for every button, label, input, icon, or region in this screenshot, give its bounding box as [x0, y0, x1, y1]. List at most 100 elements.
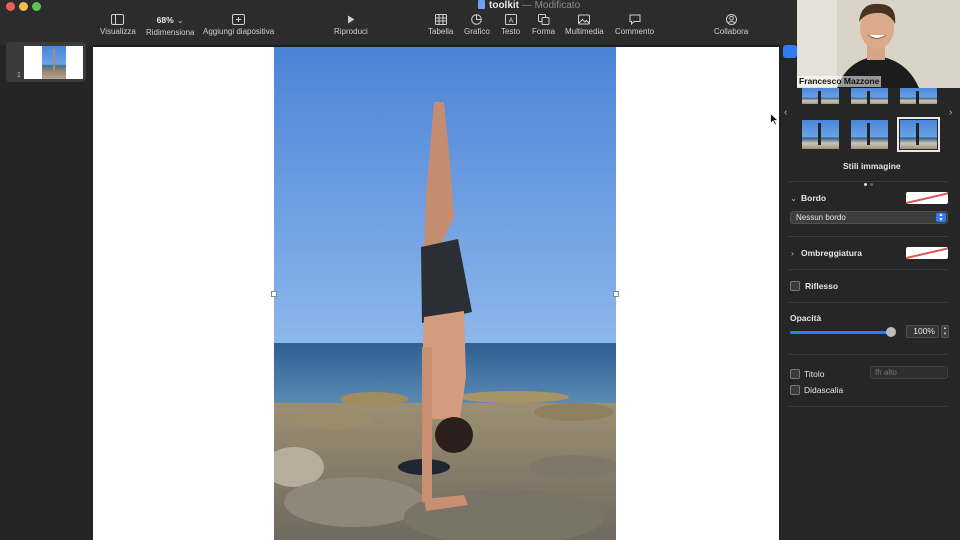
- shadow-label[interactable]: Ombreggiatura: [801, 248, 862, 258]
- media-label: Multimedia: [565, 27, 604, 36]
- select-stepper-icon: ▴ ▾: [936, 212, 946, 223]
- webcam-overlay: [797, 0, 960, 88]
- opacity-stepper[interactable]: ▴ ▾: [941, 325, 949, 338]
- divider: [788, 236, 948, 237]
- border-color-swatch[interactable]: [906, 192, 948, 204]
- media-button[interactable]: Multimedia: [565, 14, 604, 36]
- play-button[interactable]: Riproduci: [334, 14, 368, 36]
- handstand-photo[interactable]: [274, 47, 616, 540]
- media-icon: [578, 14, 591, 25]
- text-label: Testo: [501, 27, 521, 36]
- zoom-value: 68% ⌄: [146, 14, 194, 26]
- resize-handle-right[interactable]: [613, 291, 619, 297]
- page-dots: [864, 173, 876, 191]
- title-label: Titolo: [804, 369, 825, 379]
- opacity-slider[interactable]: [790, 331, 891, 334]
- image-style-thumb-3[interactable]: [900, 88, 937, 104]
- border-style-value: Nessun bordo: [796, 213, 846, 222]
- add-slide-label: Aggiungi diapositiva: [203, 27, 275, 36]
- opacity-slider-knob[interactable]: [886, 327, 896, 337]
- opacity-label: Opacità: [790, 313, 822, 323]
- border-label[interactable]: Bordo: [801, 193, 826, 203]
- opacity-value-field[interactable]: 100%: [906, 325, 939, 338]
- view-button[interactable]: Visualizza: [100, 14, 136, 36]
- caption-checkbox[interactable]: [790, 385, 800, 395]
- resize-handle-left[interactable]: [271, 291, 277, 297]
- shape-label: Forma: [532, 27, 556, 36]
- minimize-window-button[interactable]: [19, 2, 28, 11]
- add-slide-button[interactable]: Aggiungi diapositiva: [203, 14, 274, 36]
- title-separator: —: [521, 0, 532, 11]
- divider: [788, 181, 948, 182]
- photo-image: [274, 47, 616, 540]
- shadow-color-swatch[interactable]: [906, 247, 948, 259]
- table-icon: [434, 14, 447, 25]
- chart-label: Grafico: [464, 27, 490, 36]
- caption-label: Didascalia: [804, 385, 844, 395]
- close-window-button[interactable]: [6, 2, 15, 11]
- collaborate-button[interactable]: Collabora: [714, 14, 748, 36]
- reflection-checkbox[interactable]: [790, 281, 800, 291]
- text-button[interactable]: A Testo: [501, 14, 520, 36]
- image-style-thumb-6[interactable]: [897, 117, 940, 152]
- image-styles-label: Stili immagine: [843, 161, 901, 171]
- image-style-thumb-2[interactable]: [851, 88, 888, 104]
- chevron-updown-icon: ⌃: [875, 369, 881, 376]
- chevron-right-icon[interactable]: ›: [791, 248, 794, 258]
- mouse-cursor-icon: [770, 113, 779, 126]
- image-style-thumb-4[interactable]: [802, 120, 839, 149]
- shape-button[interactable]: Forma: [532, 14, 555, 36]
- chevron-right-icon[interactable]: ›: [949, 107, 952, 118]
- view-label: Visualizza: [100, 27, 136, 36]
- chart-button[interactable]: Grafico: [464, 14, 490, 36]
- webcam-participant-name: Francesco Mazzone: [797, 76, 882, 87]
- webcam-video: [797, 0, 960, 88]
- page-dot-active[interactable]: [864, 183, 867, 186]
- divider: [788, 302, 948, 303]
- slide[interactable]: [93, 47, 779, 540]
- title-checkbox[interactable]: [790, 369, 800, 379]
- collaborate-icon: [725, 14, 737, 25]
- window-title: toolkit — Modificato: [478, 0, 580, 11]
- document-status: Modificato: [534, 0, 581, 11]
- collaborate-label: Collabora: [714, 27, 749, 36]
- divider: [788, 269, 948, 270]
- divider: [788, 354, 948, 355]
- text-box-icon: A: [504, 14, 517, 25]
- zoom-button[interactable]: 68% ⌄ Ridimensiona: [146, 14, 194, 37]
- play-label: Riproduci: [334, 27, 368, 36]
- reflection-label: Riflesso: [805, 281, 839, 291]
- comment-label: Commento: [615, 27, 655, 36]
- toolbar: toolkit — Modificato Visualizza 68% ⌄ Rid…: [0, 0, 797, 46]
- document-name: toolkit: [489, 0, 519, 11]
- chevron-left-icon[interactable]: ‹: [784, 107, 787, 118]
- page-dot[interactable]: [870, 183, 873, 186]
- add-slide-icon: [232, 14, 246, 25]
- chevron-down-icon[interactable]: ⌄: [790, 193, 797, 204]
- title-position-select[interactable]: In alto ⌃: [870, 366, 948, 379]
- image-style-thumb-1[interactable]: [802, 88, 839, 104]
- inspector-tab-indicator[interactable]: [783, 45, 797, 58]
- comment-icon: [629, 14, 641, 25]
- sidebar-icon: [111, 14, 125, 25]
- chart-icon: [471, 14, 483, 25]
- slide-number: 1: [17, 72, 21, 79]
- slide-thumbnail-photo: [42, 46, 66, 79]
- divider: [788, 406, 948, 407]
- border-style-select[interactable]: Nessun bordo ▴ ▾: [790, 211, 948, 224]
- slide-canvas: [93, 45, 780, 540]
- image-style-thumb-5[interactable]: [851, 120, 888, 149]
- table-button[interactable]: Tabella: [428, 14, 453, 36]
- comment-button[interactable]: Commento: [615, 14, 654, 36]
- slide-thumbnail[interactable]: [24, 46, 83, 79]
- shape-icon: [537, 14, 550, 25]
- svg-text:A: A: [508, 18, 513, 25]
- zoom-window-button[interactable]: [32, 2, 41, 11]
- zoom-percentage: 68%: [156, 15, 174, 25]
- zoom-label: Ridimensiona: [146, 28, 195, 37]
- slide-navigator: [0, 45, 93, 540]
- chevron-down-icon: ⌄: [176, 15, 184, 25]
- table-label: Tabella: [428, 27, 454, 36]
- play-icon: [348, 15, 355, 24]
- document-icon: [478, 0, 485, 9]
